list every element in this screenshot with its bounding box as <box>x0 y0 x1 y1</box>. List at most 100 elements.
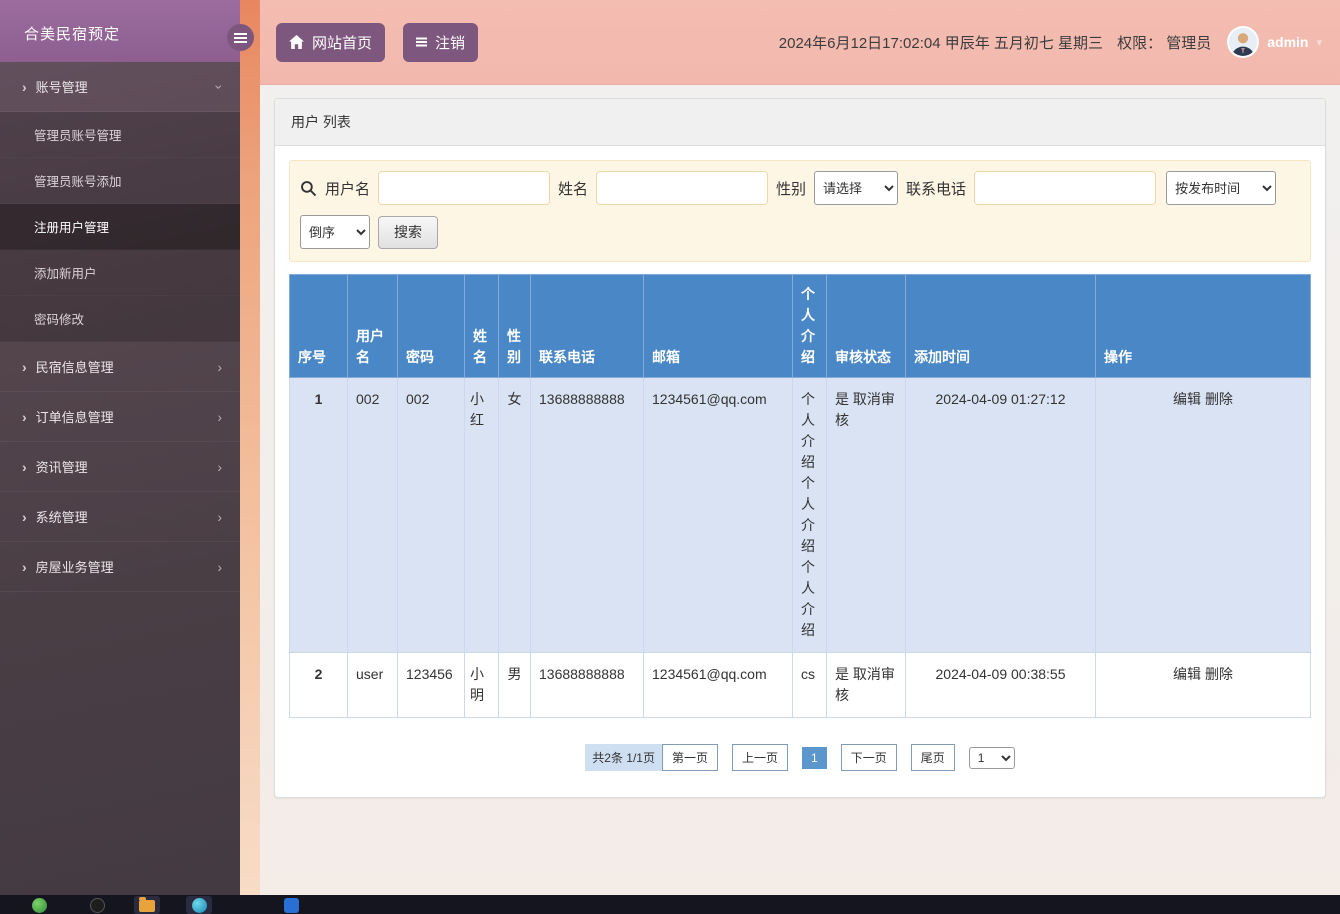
col-gender: 性别 <box>499 275 531 378</box>
cell-name: 小明 <box>465 653 499 718</box>
table-row-1: 1 002 002 小红 女 13688888888 1234561@qq.co… <box>290 378 1311 653</box>
sidebar-menu: › 账号管理 › 管理员账号管理 管理员账号添加 注册用户管理 添加新用户 密码… <box>0 62 240 592</box>
sidebar-subitem-password-change[interactable]: 密码修改 <box>0 296 240 342</box>
dark-app-icon[interactable] <box>84 896 110 914</box>
main-content: 用户 列表 用户名 姓名 <box>260 85 1340 895</box>
app-title: 合美民宿预定 <box>0 0 240 62</box>
sidebar-item-news-management[interactable]: › 资讯管理 › <box>0 442 240 492</box>
hamburger-icon <box>234 37 247 39</box>
search-row-1: 用户名 姓名 性别 请选择 联系电话 按发布时间 <box>300 171 1300 205</box>
cell-added-time: 2024-04-09 00:38:55 <box>906 653 1096 718</box>
cell-name: 小红 <box>465 378 499 653</box>
chevron-right-icon: › <box>217 360 222 374</box>
cell-password: 002 <box>398 378 465 653</box>
cell-actions: 编辑 删除 <box>1096 378 1311 653</box>
topbar: 网站首页 注销 2024年6月12日17:02:04 甲辰年 五月初七 星期三 … <box>260 0 1340 85</box>
search-button[interactable]: 搜索 <box>378 216 438 249</box>
folder-icon[interactable] <box>134 896 160 914</box>
blue-app-icon[interactable] <box>278 896 304 914</box>
next-page-button[interactable]: 下一页 <box>841 744 897 771</box>
search-icon <box>300 180 317 197</box>
menu-label: 系统管理 <box>36 507 88 526</box>
sidebar-item-order-info[interactable]: › 订单信息管理 › <box>0 392 240 442</box>
username-text[interactable]: admin <box>1267 34 1308 50</box>
menu-label: 账号管理 <box>36 77 88 96</box>
sort-field-select[interactable]: 按发布时间 <box>1166 171 1276 205</box>
delete-link[interactable]: 删除 <box>1205 666 1233 682</box>
cell-phone: 13688888888 <box>531 653 644 718</box>
cell-added-time: 2024-04-09 01:27:12 <box>906 378 1096 653</box>
edit-link[interactable]: 编辑 <box>1173 391 1201 407</box>
name-label: 姓名 <box>558 178 588 199</box>
audit-status-text: 是 <box>835 391 849 407</box>
current-page-indicator[interactable]: 1 <box>802 747 827 769</box>
username-input[interactable] <box>378 171 550 205</box>
first-page-button[interactable]: 第一页 <box>662 744 718 771</box>
col-audit-status: 审核状态 <box>827 275 906 378</box>
sidebar-subitem-add-new-user[interactable]: 添加新用户 <box>0 250 240 296</box>
col-seq: 序号 <box>290 275 348 378</box>
search-filter-bar: 用户名 姓名 性别 请选择 联系电话 按发布时间 <box>289 160 1311 262</box>
sidebar-item-account-management[interactable]: › 账号管理 › <box>0 62 240 112</box>
panel-title: 用户 列表 <box>275 99 1325 146</box>
cell-seq: 1 <box>290 378 348 653</box>
col-actions: 操作 <box>1096 275 1311 378</box>
delete-link[interactable]: 删除 <box>1205 391 1233 407</box>
last-page-button[interactable]: 尾页 <box>911 744 955 771</box>
phone-input[interactable] <box>974 171 1156 205</box>
col-added-time: 添加时间 <box>906 275 1096 378</box>
cell-intro: 个人介绍个人介绍个人介绍 <box>793 378 827 653</box>
menu-label: 房屋业务管理 <box>36 557 114 576</box>
sidebar-item-homestay-info[interactable]: › 民宿信息管理 › <box>0 342 240 392</box>
gender-label: 性别 <box>776 178 806 199</box>
logout-button[interactable]: 注销 <box>403 23 478 62</box>
teal-app-icon[interactable] <box>186 896 212 914</box>
cell-username: user <box>348 653 398 718</box>
arrow-right-icon: › <box>22 410 27 424</box>
edit-link[interactable]: 编辑 <box>1173 666 1201 682</box>
cell-seq: 2 <box>290 653 348 718</box>
sidebar-item-system-management[interactable]: › 系统管理 › <box>0 492 240 542</box>
cell-audit-status: 是 取消审核 <box>827 378 906 653</box>
search-row-2: 倒序 搜索 <box>300 215 1300 249</box>
sidebar-subitem-admin-account-add[interactable]: 管理员账号添加 <box>0 158 240 204</box>
home-button-label: 网站首页 <box>312 32 372 53</box>
user-table: 序号 用户名 密码 姓名 性别 联系电话 邮箱 个人介绍 审核状态 添加时间 操… <box>289 274 1311 718</box>
col-email: 邮箱 <box>644 275 793 378</box>
cell-phone: 13688888888 <box>531 378 644 653</box>
sidebar-subitem-registered-user-management[interactable]: 注册用户管理 <box>0 204 240 250</box>
chevron-down-icon: › <box>213 84 227 89</box>
chevron-right-icon: › <box>217 410 222 424</box>
phone-label: 联系电话 <box>906 178 966 199</box>
table-row-2: 2 user 123456 小明 男 13688888888 1234561@q… <box>290 653 1311 718</box>
cell-password: 123456 <box>398 653 465 718</box>
sidebar-subitem-admin-account-management[interactable]: 管理员账号管理 <box>0 112 240 158</box>
user-avatar[interactable] <box>1227 26 1259 58</box>
arrow-right-icon: › <box>22 560 27 574</box>
pagination-summary: 共2条 1/1页 <box>585 744 662 771</box>
menu-label: 订单信息管理 <box>36 407 114 426</box>
sidebar-item-house-business[interactable]: › 房屋业务管理 › <box>0 542 240 592</box>
menu-label: 民宿信息管理 <box>36 357 114 376</box>
arrow-right-icon: › <box>22 360 27 374</box>
sort-order-select[interactable]: 倒序 <box>300 215 370 249</box>
col-username: 用户名 <box>348 275 398 378</box>
prev-page-button[interactable]: 上一页 <box>732 744 788 771</box>
page-number-select[interactable]: 1 <box>969 747 1015 769</box>
username-label: 用户名 <box>325 178 370 199</box>
caret-down-icon: ▾ <box>1316 36 1322 49</box>
col-password: 密码 <box>398 275 465 378</box>
home-icon <box>289 35 304 49</box>
gender-select[interactable]: 请选择 <box>814 171 898 205</box>
cell-audit-status: 是 取消审核 <box>827 653 906 718</box>
sidebar-toggle-button[interactable] <box>227 24 254 51</box>
cell-username: 002 <box>348 378 398 653</box>
cell-gender: 女 <box>499 378 531 653</box>
green-app-icon[interactable] <box>26 896 52 914</box>
topbar-user-area: 2024年6月12日17:02:04 甲辰年 五月初七 星期三 权限： 管理员 … <box>779 26 1322 58</box>
os-taskbar <box>0 895 1340 914</box>
arrow-right-icon: › <box>22 510 27 524</box>
site-home-button[interactable]: 网站首页 <box>276 23 385 62</box>
pagination: 共2条 1/1页 第一页 上一页 1 下一页 尾页 1 <box>289 744 1311 771</box>
name-input[interactable] <box>596 171 768 205</box>
